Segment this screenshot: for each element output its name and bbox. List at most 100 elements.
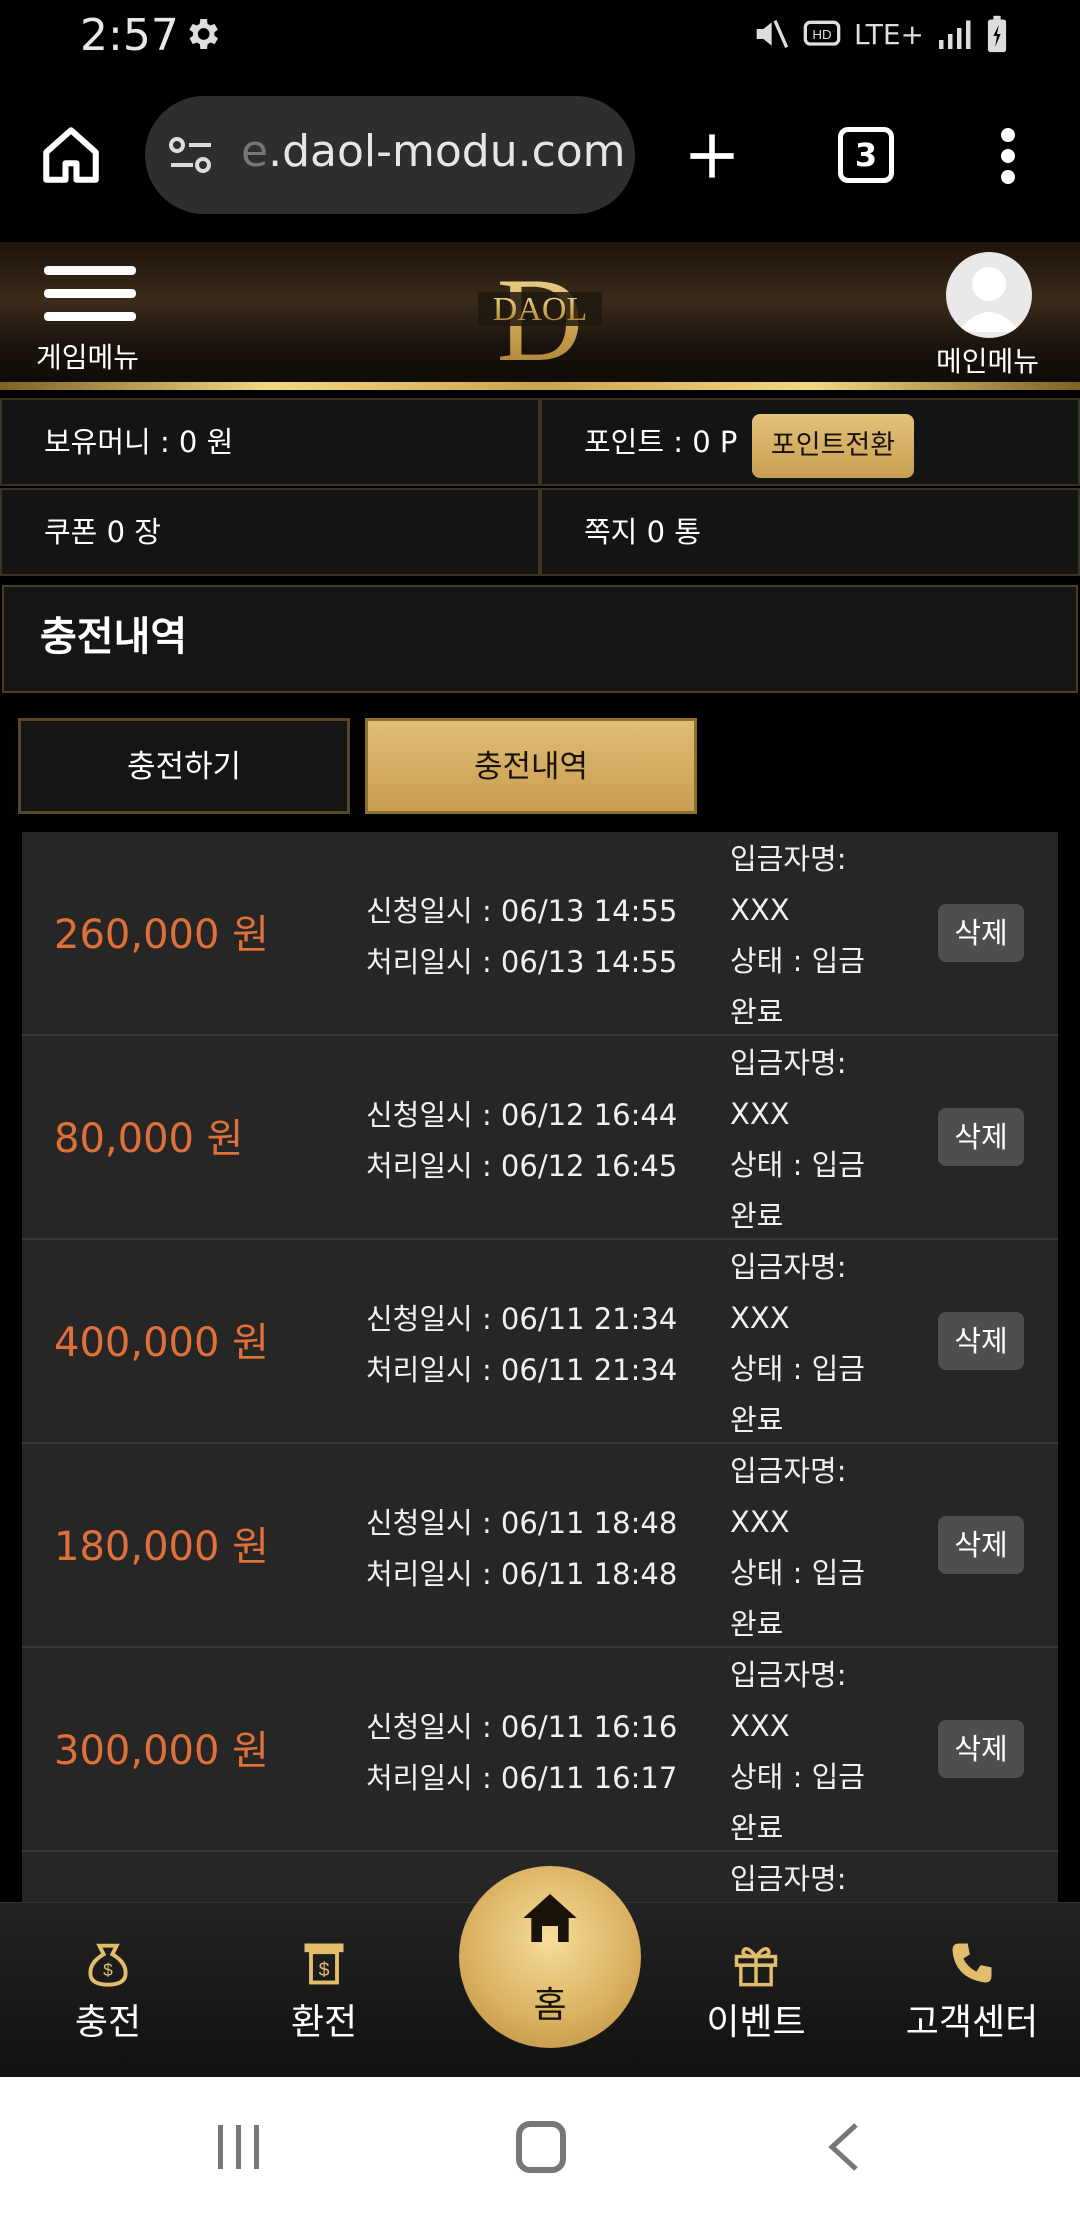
system-navigation-bar [0,2077,1080,2220]
delete-button[interactable]: 삭제 [938,1312,1024,1370]
system-home-icon[interactable] [516,2121,566,2173]
site-header: 게임메뉴 D DAOL 메인메뉴 [0,242,1080,390]
charge-amount: 180,000 원 [54,1524,269,1570]
message-count[interactable]: 쪽지 0 통 [540,488,1080,576]
requested-time: 신청일시 : 06/13 14:55 [366,894,678,928]
svg-text:$: $ [103,1960,113,1980]
phone-icon [952,1943,992,1983]
address-bar[interactable]: e.daol-modu.com [145,96,635,214]
nav-exchange-label: 환전 [290,2002,358,2043]
requested-time: 신청일시 : 06/11 21:34 [366,1302,678,1336]
processed-time: 처리일시 : 06/11 18:48 [366,1557,678,1591]
money-balance: 보유머니 : 0 원 [0,398,540,486]
site-settings-icon[interactable] [167,134,215,176]
deposit-info: 입금자명: XXX 상태 : 입금 완료 [730,1650,890,1854]
depositor-label: 입금자명: [730,1862,847,1896]
depositor-name: XXX [730,1505,790,1539]
tab-charge-history[interactable]: 충전내역 [365,718,697,814]
browser-toolbar: e.daol-modu.com 3 [0,72,1080,242]
back-icon[interactable] [826,2121,862,2173]
delete-button[interactable]: 삭제 [938,1720,1024,1778]
deposit-info: 입금자명: XXX 상태 : 입금 완료 [730,1038,890,1242]
deposit-info: 입금자명: [730,1854,890,1902]
charge-dates: 신청일시 : 06/11 16:16 처리일시 : 06/11 16:17 [366,1702,677,1804]
status-line: 상태 : 입금 [730,1352,865,1386]
depositor-label: 입금자명: [730,842,847,876]
depositor-name: XXX [730,1301,790,1335]
history-row: 80,000 원 신청일시 : 06/12 16:44 처리일시 : 06/12 … [22,1036,1058,1240]
deposit-info: 입금자명: XXX 상태 : 입금완료 [730,1242,890,1446]
charge-dates: 신청일시 : 06/13 14:55 처리일시 : 06/13 14:55 [366,886,677,988]
new-tab-icon[interactable] [686,130,738,182]
svg-text:$: $ [319,1959,330,1981]
depositor-label: 입금자명: [730,1046,847,1080]
status-icons: HD LTE+ [750,14,1010,54]
deposit-info: 입금자명: XXX 상태 : 입금 완료 [730,1446,890,1650]
charge-dates: 신청일시 : 06/11 18:48 처리일시 : 06/11 18:48 [366,1498,677,1600]
svg-text:HD: HD [812,27,831,42]
depositor-name: XXX [730,1709,790,1743]
history-row: 300,000 원 신청일시 : 06/11 16:16 처리일시 : 06/11… [22,1648,1058,1852]
battery-icon [987,15,1007,53]
deposit-info: 입금자명: XXX 상태 : 입금완료 [730,834,890,1038]
nav-support[interactable]: 고객센터 [892,1937,1052,2045]
tab-charge[interactable]: 충전하기 [18,718,350,814]
mute-icon [756,19,789,49]
status-value: 완료 [730,1607,784,1641]
delete-button[interactable]: 삭제 [938,904,1024,962]
gift-icon [734,1946,778,1987]
history-row: 400,000 원 신청일시 : 06/11 21:34 처리일시 : 06/11… [22,1240,1058,1444]
requested-time: 신청일시 : 06/11 18:48 [366,1506,678,1540]
processed-time: 처리일시 : 06/12 16:45 [366,1149,678,1183]
url-faded-prefix: e [241,126,269,177]
network-type: LTE+ [854,17,924,51]
nav-charge-label: 충전 [74,2002,142,2043]
requested-time: 신청일시 : 06/12 16:44 [366,1098,678,1132]
history-row: 260,000 원 신청일시 : 06/13 14:55 처리일시 : 06/13… [22,832,1058,1036]
home-icon [523,1894,577,1942]
depositor-label: 입금자명: [730,1454,847,1488]
history-row: 180,000 원 신청일시 : 06/11 18:48 처리일시 : 06/11… [22,1444,1058,1648]
points-text: 포인트 : 0 P [584,425,738,459]
nav-charge[interactable]: $ 충전 [28,1937,188,2045]
depositor-name: XXX [730,1097,790,1131]
charge-dates: 신청일시 : 06/11 21:34 처리일시 : 06/11 21:34 [366,1294,677,1396]
charge-dates: 신청일시 : 06/12 16:44 처리일시 : 06/12 16:45 [366,1090,677,1192]
nav-home-label: 홈 [533,1985,567,2026]
url-domain: .daol-modu.com [268,126,626,177]
signal-icon [939,20,971,49]
requested-time: 신청일시 : 06/11 16:16 [366,1710,678,1744]
url-text: e.daol-modu.com [241,126,626,177]
nav-event-label: 이벤트 [706,2002,806,2043]
recent-apps-icon[interactable] [216,2123,262,2171]
nav-exchange[interactable]: $ 환전 [244,1937,404,2045]
money-bag-icon: $ [88,1943,128,1987]
hamburger-menu-icon[interactable] [44,264,136,324]
logo-text: DAOL [493,291,587,328]
tab-switcher-button[interactable]: 3 [838,127,894,183]
status-line: 상태 : 입금 [730,1148,865,1182]
depositor-label: 입금자명: [730,1250,847,1284]
main-menu-label[interactable]: 메인메뉴 [936,340,1039,380]
charge-history-list[interactable]: 260,000 원 신청일시 : 06/13 14:55 처리일시 : 06/13… [22,832,1058,1902]
daol-logo[interactable]: D DAOL [470,252,610,374]
user-avatar-icon[interactable] [946,252,1032,338]
page-title: 충전내역 [2,585,1078,693]
more-options-icon[interactable] [996,128,1020,184]
browser-home-icon[interactable] [38,122,104,188]
status-value: 완료 [730,995,784,1029]
status-time: 2:57 [80,10,179,61]
game-menu-label[interactable]: 게임메뉴 [36,336,139,376]
point-convert-button[interactable]: 포인트전환 [752,414,914,478]
processed-time: 처리일시 : 06/13 14:55 [366,945,678,979]
delete-button[interactable]: 삭제 [938,1108,1024,1166]
status-value: 완료 [730,1403,784,1437]
nav-event[interactable]: 이벤트 [676,1937,836,2045]
depositor-name: XXX [730,893,790,927]
status-line: 상태 : 입금 [730,944,865,978]
coupon-count[interactable]: 쿠폰 0 장 [0,488,540,576]
processed-time: 처리일시 : 06/11 21:34 [366,1353,678,1387]
delete-button[interactable]: 삭제 [938,1516,1024,1574]
nav-home-button[interactable]: 홈 [459,1866,641,2048]
charge-amount: 400,000 원 [54,1320,269,1366]
